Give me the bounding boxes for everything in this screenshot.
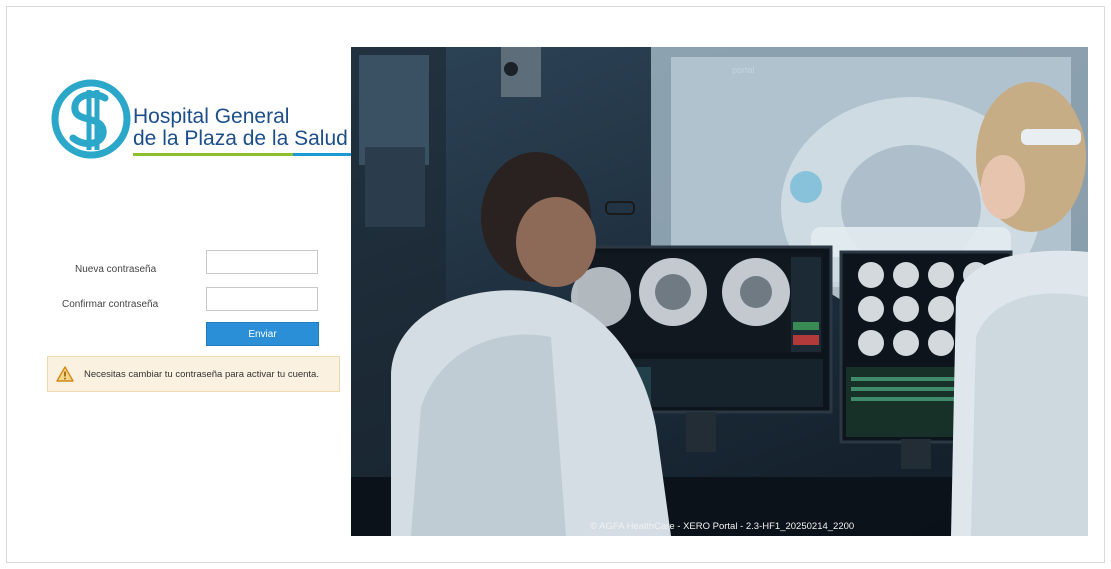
password-warning-alert: Necesitas cambiar tu contraseña para act… (47, 356, 340, 392)
radiology-room-illustration (351, 47, 1088, 536)
new-password-input[interactable] (206, 250, 318, 274)
confirm-password-input[interactable] (206, 287, 318, 311)
watermark-logo-icon (790, 171, 822, 203)
hospital-name: Hospital General de la Plaza de la Salud (133, 106, 348, 150)
portal-caption: portal (732, 65, 755, 75)
new-password-label: Nueva contraseña (75, 264, 157, 275)
confirm-password-label: Confirmar contraseña (62, 299, 159, 310)
hospital-emblem-icon (51, 79, 131, 159)
logo-underline-green (133, 153, 293, 156)
hospital-name-line1: Hospital General (133, 105, 290, 128)
logo-underline-blue (293, 153, 351, 156)
hero-photo: portal © AGFA HealthCare - XERO Portal -… (351, 47, 1088, 536)
warning-triangle-icon (56, 366, 74, 382)
hospital-logo: Hospital General de la Plaza de la Salud (51, 76, 351, 166)
submit-button[interactable]: Enviar (206, 322, 319, 346)
hospital-name-line2: de la Plaza de la Salud (133, 127, 348, 150)
login-page: Hospital General de la Plaza de la Salud… (6, 6, 1105, 563)
version-footer: © AGFA HealthCare - XERO Portal - 2.3-HF… (590, 521, 855, 532)
warning-message: Necesitas cambiar tu contraseña para act… (84, 368, 319, 380)
